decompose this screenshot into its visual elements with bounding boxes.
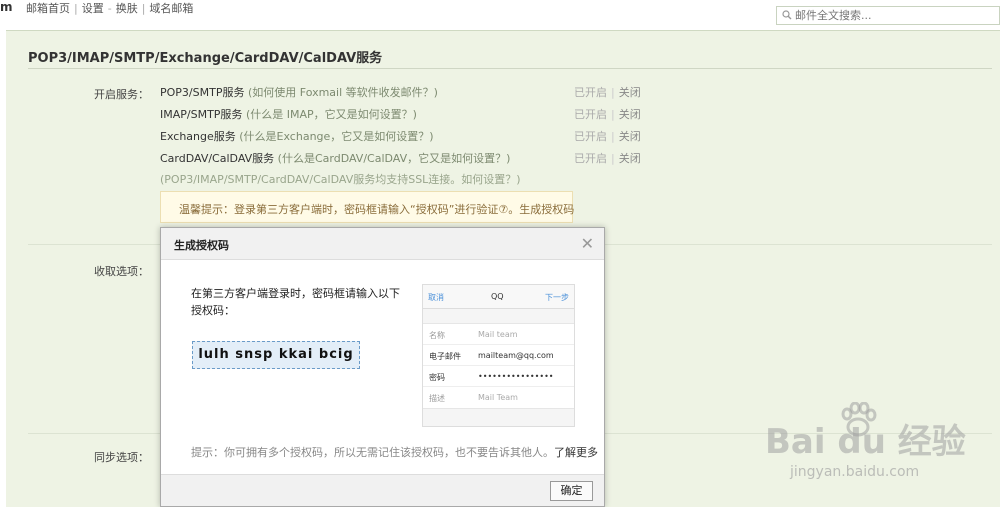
phone-row-value: Mail Team [478, 393, 518, 402]
phone-header: 取消 QQ 下一步 [423, 285, 574, 309]
search-box[interactable] [776, 6, 1000, 25]
phone-next-label: 下一步 [545, 293, 569, 302]
section-title: POP3/IMAP/SMTP/Exchange/CardDAV/CalDAV服务 [28, 51, 383, 66]
dialog-footer: 确定 [161, 474, 604, 506]
service-name: CardDAV/CalDAV服务 [160, 152, 275, 165]
auth-code-value[interactable]: lulh snsp kkai bcig [192, 341, 360, 369]
close-icon[interactable]: ✕ [581, 234, 594, 253]
phone-row-key: 名称 [429, 331, 445, 340]
nav-settings[interactable]: 设置 [82, 2, 104, 15]
nav-mail-home[interactable]: 邮箱首页 [26, 2, 70, 15]
nav-separator: | [141, 2, 146, 15]
service-name: IMAP/SMTP服务 [160, 108, 243, 121]
confirm-button[interactable]: 确定 [550, 481, 593, 501]
close-service-button[interactable]: 关闭 [619, 130, 641, 143]
phone-row-name: 名称 Mail team [423, 324, 574, 345]
dialog-title: 生成授权码 [174, 239, 229, 252]
service-help-link[interactable]: (什么是 IMAP，它又是如何设置？) [246, 108, 417, 121]
service-pop3-smtp: POP3/SMTP服务 (如何使用 Foxmail 等软件收发邮件？) [160, 84, 438, 100]
top-nav: 邮箱首页 | 设置 - 换肤 | 域名邮箱 [26, 0, 193, 16]
phone-row-value: •••••••••••••••• [478, 372, 554, 381]
dialog-header: 生成授权码 ✕ [161, 228, 604, 260]
ssl-note-link[interactable]: (POP3/IMAP/SMTP/CardDAV/CalDAV服务均支持SSL连接… [160, 171, 521, 187]
baidu-jingyan-watermark: Bai du 经验 jingyan.baidu.com [760, 402, 1000, 507]
close-service-button[interactable]: 关闭 [619, 86, 641, 99]
phone-row-key: 电子邮件 [429, 352, 461, 361]
search-input[interactable] [795, 8, 995, 23]
search-icon [782, 10, 792, 20]
nav-separator: | [74, 2, 78, 15]
watermark-url: jingyan.baidu.com [790, 464, 920, 480]
service-status-carddav: 已开启 | 关闭 [574, 152, 641, 165]
phone-title: QQ [491, 292, 504, 301]
service-exchange: Exchange服务 (什么是Exchange，它又是如何设置？) [160, 128, 434, 144]
learn-more-link[interactable]: 了解更多 [554, 446, 598, 459]
logo-fragment: m [0, 0, 13, 14]
phone-row-value: Mail team [478, 330, 518, 339]
title-divider [28, 68, 992, 69]
phone-row-description: 描述 Mail Team [423, 387, 574, 408]
phone-row-value: mailteam@qq.com [478, 351, 554, 360]
nav-domain-mail[interactable]: 域名邮箱 [149, 2, 193, 15]
phone-setup-illustration: 取消 QQ 下一步 名称 Mail team 电子邮件 mailteam@qq.… [422, 284, 575, 427]
service-status-pop3: 已开启 | 关闭 [574, 86, 641, 99]
nav-skin[interactable]: 换肤 [116, 2, 138, 15]
service-help-link[interactable]: (什么是Exchange，它又是如何设置？) [239, 130, 433, 143]
service-help-link[interactable]: (如何使用 Foxmail 等软件收发邮件？) [248, 86, 438, 99]
status-enabled: 已开启 [574, 86, 607, 99]
generate-auth-code-dialog: 生成授权码 ✕ 在第三方客户端登录时，密码框请输入以下授权码： lulh sns… [160, 227, 605, 507]
service-status-imap: 已开启 | 关闭 [574, 108, 641, 121]
sync-options-label: 同步选项： [94, 451, 149, 464]
dialog-instruction: 在第三方客户端登录时，密码框请输入以下授权码： [191, 287, 400, 317]
phone-row-key: 密码 [429, 373, 445, 382]
service-help-link[interactable]: (什么是CardDAV/CalDAV，它又是如何设置？) [278, 152, 511, 165]
phone-cancel-label: 取消 [428, 293, 444, 302]
service-name: POP3/SMTP服务 [160, 86, 245, 99]
phone-row-password: 密码 •••••••••••••••• [423, 366, 574, 387]
dialog-tip: 提示：你可拥有多个授权码，所以无需记住该授权码，也不要告诉其他人。了解更多 [191, 444, 598, 460]
auth-code-tip[interactable]: 温馨提示：登录第三方客户端时，密码框请输入“授权码”进行验证⑦。生成授权码 [160, 191, 574, 223]
nav-separator: - [107, 2, 112, 15]
watermark-brand: Bai du 经验 [765, 422, 966, 462]
service-status-exchange: 已开启 | 关闭 [574, 130, 641, 143]
status-enabled: 已开启 [574, 130, 607, 143]
service-carddav-caldav: CardDAV/CalDAV服务 (什么是CardDAV/CalDAV，它又是如… [160, 150, 510, 166]
phone-row-key: 描述 [429, 394, 445, 403]
close-service-button[interactable]: 关闭 [619, 108, 641, 121]
top-bar: m 邮箱首页 | 设置 - 换肤 | 域名邮箱 [0, 0, 1000, 30]
status-enabled: 已开启 [574, 152, 607, 165]
close-service-button[interactable]: 关闭 [619, 152, 641, 165]
phone-account-list: 名称 Mail team 电子邮件 mailteam@qq.com 密码 •••… [423, 323, 574, 409]
open-service-label: 开启服务： [94, 88, 149, 101]
status-enabled: 已开启 [574, 108, 607, 121]
receive-options-label: 收取选项： [94, 265, 149, 278]
phone-row-email: 电子邮件 mailteam@qq.com [423, 345, 574, 366]
dialog-tip-text: 提示：你可拥有多个授权码，所以无需记住该授权码，也不要告诉其他人。 [191, 446, 554, 459]
service-name: Exchange服务 [160, 130, 236, 143]
service-imap-smtp: IMAP/SMTP服务 (什么是 IMAP，它又是如何设置？) [160, 106, 417, 122]
